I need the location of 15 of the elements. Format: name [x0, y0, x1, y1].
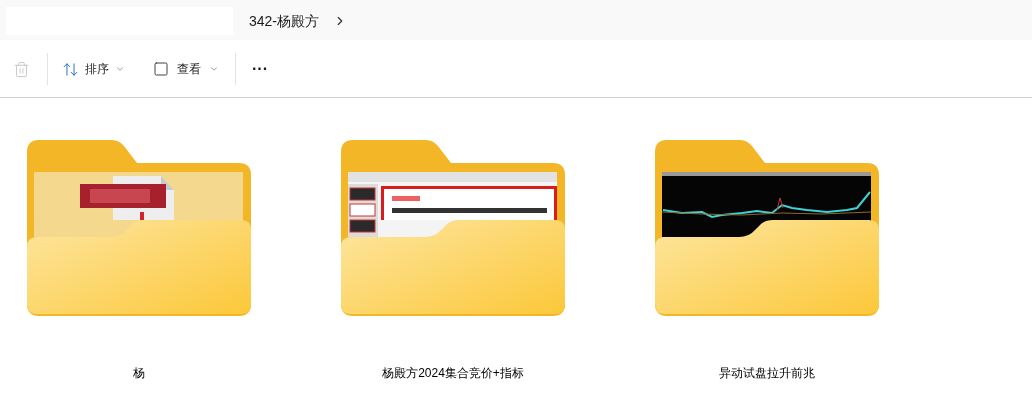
folder-name[interactable]: 杨殿方2024集合竞价+指标	[382, 364, 524, 382]
folder-name[interactable]: 杨	[133, 364, 145, 382]
sort-arrows-icon	[62, 60, 79, 78]
chevron-down-icon	[115, 64, 125, 74]
view-button[interactable]: 查看	[153, 60, 219, 78]
sort-button[interactable]: 排序	[62, 60, 125, 78]
trash-icon	[12, 60, 30, 78]
breadcrumb-item[interactable]: 342-杨殿方	[249, 10, 320, 32]
square-icon	[153, 61, 169, 77]
folder-icon[interactable]	[655, 140, 879, 316]
more-button[interactable]: ···	[250, 57, 270, 81]
folder-name[interactable]: 异动试盘拉升前兆	[719, 364, 815, 382]
folder-icon[interactable]	[27, 140, 251, 316]
chevron-down-icon	[209, 64, 219, 74]
folder-icon[interactable]	[341, 140, 565, 316]
